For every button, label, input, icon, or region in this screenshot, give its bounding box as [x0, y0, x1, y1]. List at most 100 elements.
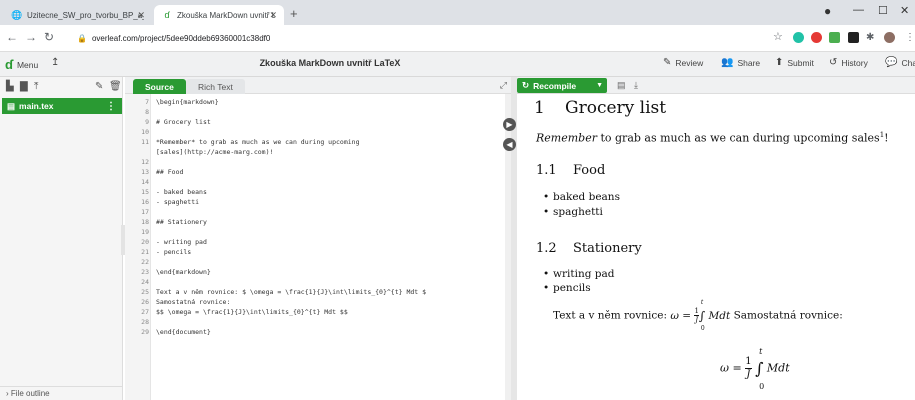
code-line[interactable]: 27 $$ \omega = \frac{1}{J}\int\limits_{0}…: [125, 307, 505, 317]
code-line[interactable]: 28: [125, 317, 505, 327]
bookmark-star-icon[interactable]: ☆: [773, 30, 783, 43]
code-text: ## Stationery: [156, 218, 207, 226]
intro-paragraph: Remember to grab as much as we can durin…: [536, 131, 889, 145]
maximize-icon[interactable]: ☐: [878, 4, 888, 17]
download-icon[interactable]: ⤓: [634, 80, 638, 91]
extension-icon[interactable]: [829, 32, 840, 43]
line-number: 26: [141, 298, 149, 306]
code-line[interactable]: 14: [125, 177, 505, 187]
section-number: 1: [534, 98, 545, 118]
chat-label: Chat: [901, 57, 915, 68]
tab-source[interactable]: Source: [133, 79, 186, 94]
extension-icon[interactable]: [793, 32, 804, 43]
back-arrow-icon[interactable]: ←: [6, 30, 18, 44]
code-line[interactable]: 7 \begin{markdown}: [125, 97, 505, 107]
code-line[interactable]: 20 - writing pad: [125, 237, 505, 247]
code-line[interactable]: 18 ## Stationery: [125, 217, 505, 227]
history-button[interactable]: ↺ History: [829, 57, 868, 68]
history-label: History: [841, 57, 868, 68]
browser-tab-title: Uzitecne_SW_pro_tvorbu_BP_a_DP: [27, 10, 144, 20]
code-text: \end{markdown}: [156, 268, 211, 276]
file-tree-item[interactable]: ▤ main.tex ⋮: [2, 98, 122, 114]
file-outline-label: File outline: [10, 389, 50, 398]
close-tab-icon[interactable]: ✕: [269, 10, 277, 21]
code-line[interactable]: 21 - pencils: [125, 247, 505, 257]
tab-rich-text[interactable]: Rich Text: [186, 79, 245, 94]
review-label: Review: [675, 57, 704, 68]
sync-to-pdf-icon[interactable]: ▶: [503, 118, 516, 131]
code-line[interactable]: 8: [125, 107, 505, 117]
line-number: 18: [141, 218, 149, 226]
code-line[interactable]: 24: [125, 277, 505, 287]
rename-pencil-icon[interactable]: ✎: [95, 81, 103, 92]
new-file-icon[interactable]: ▙: [6, 81, 14, 92]
url-text: overleaf.com/project/5dee90ddeb69360001c…: [91, 33, 271, 43]
code-line[interactable]: 29 \end{document}: [125, 327, 505, 337]
avatar[interactable]: [884, 32, 895, 43]
code-line[interactable]: 10: [125, 127, 505, 137]
extensions-puzzle-icon[interactable]: ✱: [866, 32, 874, 43]
code-area[interactable]: 7 \begin{markdown} 8 9 # Grocery list 10 11 *Re…: [125, 97, 505, 337]
chevron-down-icon[interactable]: ▼: [596, 82, 603, 89]
source-editor: Source Rich Text ⤢ 7 \begin{markdown} 8 9 # …: [125, 77, 511, 400]
line-number: 22: [141, 258, 149, 266]
window-close-icon[interactable]: ✕: [900, 4, 909, 17]
extension-icon[interactable]: [848, 32, 859, 43]
new-tab-icon[interactable]: +: [290, 6, 298, 21]
browser-tab[interactable]: 🌐 Uzitecne_SW_pro_tvorbu_BP_a_DP ✕: [4, 5, 152, 25]
code-line[interactable]: 12: [125, 157, 505, 167]
sync-to-code-icon[interactable]: ◀: [503, 138, 516, 151]
intro-end: !: [884, 131, 889, 145]
review-button[interactable]: ✎ Review: [663, 57, 703, 68]
url-field[interactable]: 🔒 overleaf.com/project/5dee90ddeb6936000…: [77, 29, 270, 47]
extension-icon[interactable]: [811, 32, 822, 43]
code-line[interactable]: 15 - baked beans: [125, 187, 505, 197]
profile-dot-icon[interactable]: ●: [824, 4, 831, 18]
submit-button[interactable]: ⬆ Submit: [775, 57, 814, 68]
file-menu-icon[interactable]: ⋮: [106, 101, 116, 112]
code-line[interactable]: 9 # Grocery list: [125, 117, 505, 127]
code-line[interactable]: 13 ## Food: [125, 167, 505, 177]
chat-button[interactable]: 💬 Chat: [885, 57, 915, 68]
project-title[interactable]: Zkouška MarkDown uvnitř LaTeX: [0, 58, 660, 68]
code-line[interactable]: 16 - spaghetti: [125, 197, 505, 207]
line-number: 23: [141, 268, 149, 276]
close-tab-icon[interactable]: ✕: [137, 10, 145, 21]
browser-tab-active[interactable]: ɗ Zkouška MarkDown uvnitř LaTeX ✕: [154, 5, 284, 25]
code-line[interactable]: 17: [125, 207, 505, 217]
code-line[interactable]: 22: [125, 257, 505, 267]
code-line[interactable]: 23 \end{markdown}: [125, 267, 505, 277]
forward-arrow-icon[interactable]: →: [25, 30, 37, 44]
list-item: pencils: [543, 282, 591, 294]
editor-toolbar: ɗ Menu ↥ Zkouška MarkDown uvnitř LaTeX ✎…: [0, 52, 915, 77]
code-line[interactable]: [sales](http://acme-marg.com)!: [125, 147, 505, 157]
code-line[interactable]: 19: [125, 227, 505, 237]
recompile-button[interactable]: ↻ Recompile ▼: [517, 78, 607, 93]
upload-icon[interactable]: ⤒: [34, 81, 38, 92]
new-folder-icon[interactable]: ▇: [20, 81, 28, 92]
code-text: - spaghetti: [156, 198, 200, 206]
expand-icon[interactable]: ⤢: [500, 80, 507, 91]
share-label: Share: [737, 57, 761, 68]
code-line[interactable]: 26 Samostatná rovnice:: [125, 297, 505, 307]
file-outline-toggle[interactable]: › File outline: [0, 386, 123, 400]
share-button[interactable]: 👥 Share: [721, 57, 760, 68]
code-text: # Grocery list: [156, 118, 211, 126]
code-text: ## Food: [156, 168, 184, 176]
section-heading: 1 Grocery list: [534, 98, 666, 118]
reload-icon[interactable]: ↻: [44, 30, 54, 44]
logs-icon[interactable]: ▤: [617, 80, 626, 91]
delete-trash-icon[interactable]: 🗑: [109, 81, 122, 92]
list-item: baked beans: [543, 191, 620, 203]
subsection-title: Stationery: [573, 241, 642, 256]
line-number: 11: [141, 138, 149, 146]
minimize-icon[interactable]: —: [853, 4, 864, 16]
chat-bubble-icon: 💬: [885, 57, 898, 68]
browser-menu-icon[interactable]: ⋮: [905, 32, 915, 43]
display-equation: ω = 1J t ∫ 0 Mdt: [720, 347, 790, 391]
subsection-heading: 1.2 Stationery: [536, 241, 642, 256]
code-text: $$ \omega = \frac{1}{J}\int\limits_{0}^{…: [156, 308, 348, 316]
code-line[interactable]: 25 Text a v něm rovnice: $ \omega = \frac…: [125, 287, 505, 297]
inline-equation: ω = 1 Jt ∫ 0 Mdt: [670, 298, 731, 332]
code-line[interactable]: 11 *Remember* to grab as much as we can d…: [125, 137, 505, 147]
